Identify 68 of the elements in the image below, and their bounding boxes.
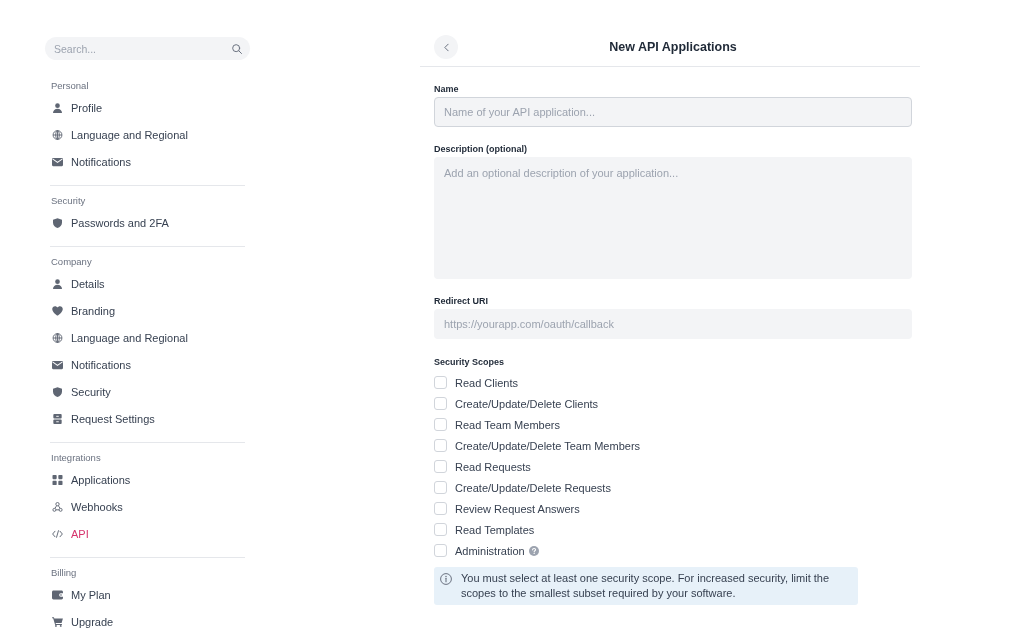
- notice-text: You must select at least one security scope. For increased security, limit the scopes to the smallest subset required by your software.: [461, 571, 831, 601]
- page-title: New API Applications: [609, 38, 737, 56]
- checkbox[interactable]: [434, 397, 447, 410]
- input-field[interactable]: Name of your API application...: [434, 97, 912, 127]
- checkbox-label: Create/Update/Delete Clients: [455, 396, 599, 411]
- sidebar-item[interactable]: Applications: [51, 472, 245, 488]
- checkbox-label: Read Clients: [455, 375, 518, 390]
- person-icon: [51, 279, 63, 289]
- textarea-field[interactable]: Add an optional description of your application...: [434, 157, 912, 279]
- checkbox-label: Read Requests: [455, 459, 531, 474]
- help-icon[interactable]: [528, 545, 539, 556]
- section-heading: Billing: [51, 567, 78, 579]
- drawers-icon: [51, 414, 63, 424]
- checkbox[interactable]: [434, 502, 447, 515]
- checkbox[interactable]: [434, 481, 447, 494]
- field-label: Redirect URI: [434, 295, 489, 307]
- field-label: Name: [434, 83, 460, 95]
- code-icon: [51, 529, 63, 539]
- input-field[interactable]: https://yourapp.com/oauth/callback: [434, 309, 912, 339]
- sidebar-item[interactable]: Webhooks: [51, 499, 245, 515]
- search-icon[interactable]: [232, 43, 242, 54]
- shield-icon: [51, 218, 63, 228]
- sidebar-item[interactable]: Details: [51, 276, 245, 292]
- checkbox[interactable]: [434, 523, 447, 536]
- sidebar-item[interactable]: Notifications: [51, 357, 245, 373]
- checkbox-label: Administration: [455, 543, 525, 558]
- field-label: Description (optional): [434, 143, 528, 155]
- heart-icon: [51, 306, 63, 316]
- globe-icon: [51, 130, 63, 140]
- sidebar-item[interactable]: Passwords and 2FA: [51, 215, 245, 231]
- grid-icon: [51, 475, 63, 485]
- checkbox[interactable]: [434, 376, 447, 389]
- checkbox[interactable]: [434, 544, 447, 557]
- sidebar-item[interactable]: Upgrade: [51, 614, 245, 630]
- connected-nodes-icon: [51, 502, 63, 512]
- envelope-icon: [51, 360, 63, 370]
- section-heading: Security: [51, 195, 87, 207]
- sidebar-item[interactable]: My Plan: [51, 587, 245, 603]
- checkbox[interactable]: [434, 418, 447, 431]
- sidebar-item[interactable]: Profile: [51, 100, 245, 116]
- section-heading: Company: [51, 256, 93, 268]
- checkbox-label: Read Team Members: [455, 417, 560, 432]
- checkbox[interactable]: [434, 439, 447, 452]
- checkbox-label: Create/Update/Delete Team Members: [455, 438, 641, 453]
- sidebar-item[interactable]: API: [51, 526, 245, 542]
- section-heading: Integrations: [51, 452, 102, 464]
- sidebar-item[interactable]: Branding: [51, 303, 245, 319]
- checkbox[interactable]: [434, 460, 447, 473]
- checkbox-label: Review Request Answers: [455, 501, 580, 516]
- sidebar-item[interactable]: Security: [51, 384, 245, 400]
- cart-icon: [51, 617, 63, 627]
- wallet-icon: [51, 590, 63, 600]
- globe-icon: [51, 333, 63, 343]
- sidebar-item[interactable]: Notifications: [51, 154, 245, 170]
- sidebar-item[interactable]: Language and Regional: [51, 127, 245, 143]
- checkbox-label: Read Templates: [455, 522, 535, 537]
- sidebar-item[interactable]: Language and Regional: [51, 330, 245, 346]
- shield-icon: [51, 387, 63, 397]
- back-button[interactable]: [434, 35, 458, 59]
- search-field[interactable]: Search...: [45, 37, 250, 60]
- person-icon: [51, 103, 63, 113]
- checkbox-label: Create/Update/Delete Requests: [455, 480, 611, 495]
- sidebar-item[interactable]: Request Settings: [51, 411, 245, 427]
- section-heading: Personal: [51, 80, 90, 92]
- info-icon: [440, 573, 452, 585]
- chevron-left-icon: [443, 42, 449, 52]
- scopes-heading: Security Scopes: [434, 356, 506, 368]
- envelope-icon: [51, 157, 63, 167]
